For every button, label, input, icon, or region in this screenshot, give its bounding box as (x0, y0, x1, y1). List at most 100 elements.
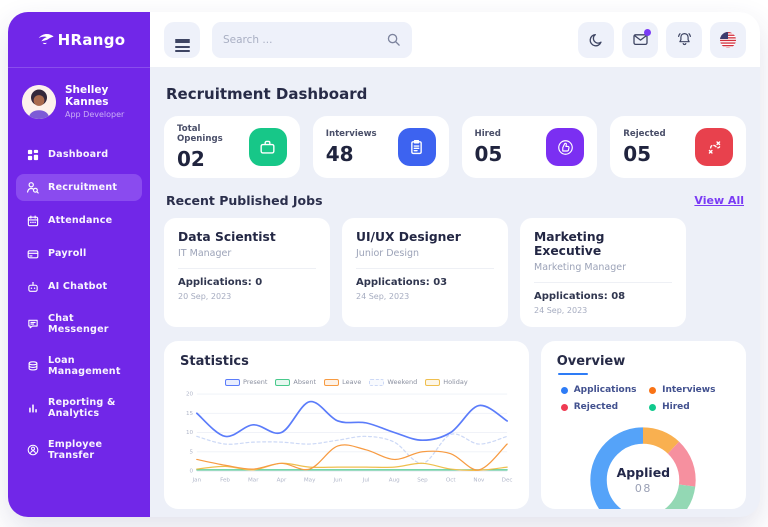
statistics-title: Statistics (180, 354, 513, 369)
legend-label: Holiday (443, 378, 467, 386)
sidebar-item-payroll[interactable]: Payroll (16, 240, 142, 267)
job-date: 24 Sep, 2023 (356, 292, 494, 301)
sidebar-item-label: Reporting & Analytics (48, 397, 132, 419)
briefcase-icon (249, 128, 287, 166)
series-present (197, 402, 507, 441)
stat-label: Rejected (623, 129, 665, 139)
us-flag-icon (719, 31, 737, 49)
jobs-section-title: Recent Published Jobs (166, 193, 323, 208)
brand-logo: HRango (8, 12, 150, 68)
legend-item-present[interactable]: Present (225, 378, 267, 386)
wing-icon (33, 31, 55, 49)
job-card-data-scientist[interactable]: Data Scientist IT Manager Applications: … (164, 218, 330, 327)
svg-text:5: 5 (190, 450, 194, 456)
job-date: 20 Sep, 2023 (178, 292, 316, 301)
stat-card-total-openings: Total Openings 02 (164, 116, 300, 178)
svg-text:15: 15 (186, 411, 193, 417)
sidebar-item-loan-management[interactable]: Loan Management (16, 348, 142, 384)
job-subtitle: IT Manager (178, 248, 316, 259)
stats-row: Total Openings 02 Interviews 48 (164, 116, 746, 178)
stat-label: Interviews (326, 129, 377, 139)
robot-icon (26, 280, 39, 293)
sidebar-item-chat-messenger[interactable]: Chat Messenger (16, 306, 142, 342)
language-button[interactable] (710, 22, 746, 58)
sidebar-item-label: Dashboard (48, 149, 108, 160)
legend-item-hired[interactable]: Hired (649, 402, 726, 412)
grid-icon (26, 148, 39, 161)
user-profile[interactable]: Shelley Kannes App Developer (8, 68, 150, 127)
chat-bubble-icon (26, 318, 39, 331)
calendar-icon (26, 214, 39, 227)
sidebar-item-label: Attendance (48, 215, 112, 226)
sidebar-item-label: AI Chatbot (48, 281, 107, 292)
donut-center-value: 08 (635, 482, 652, 495)
messages-button[interactable] (622, 22, 658, 58)
legend-label: Applications (574, 385, 637, 395)
legend-dot (561, 387, 568, 394)
stat-card-interviews: Interviews 48 (313, 116, 449, 178)
legend-item-holiday[interactable]: Holiday (425, 378, 467, 386)
stat-value: 48 (326, 142, 377, 166)
stat-card-rejected: Rejected 05 (610, 116, 746, 178)
view-all-link[interactable]: View All (694, 194, 744, 207)
stat-label: Hired (475, 129, 503, 139)
stat-value: 05 (475, 142, 503, 166)
sidebar-item-dashboard[interactable]: Dashboard (16, 141, 142, 168)
svg-text:May: May (304, 478, 316, 484)
svg-text:Apr: Apr (277, 478, 287, 484)
overview-title: Overview (557, 354, 730, 369)
stat-value: 05 (623, 142, 665, 166)
sidebar-item-reporting-analytics[interactable]: Reporting & Analytics (16, 390, 142, 426)
sidebar-item-attendance[interactable]: Attendance (16, 207, 142, 234)
sidebar-item-label: Employee Transfer (48, 439, 132, 461)
legend-item-weekend[interactable]: Weekend (369, 378, 417, 386)
job-date: 24 Sep, 2023 (534, 306, 672, 315)
job-title: UI/UX Designer (356, 230, 494, 244)
topbar (150, 12, 760, 68)
route-x-icon (695, 128, 733, 166)
legend-label: Leave (342, 378, 361, 386)
sidebar-item-employee-transfer[interactable]: Employee Transfer (16, 432, 142, 468)
clipboard-icon (398, 128, 436, 166)
legend-item-absent[interactable]: Absent (275, 378, 316, 386)
charts-row: Statistics Present Absent Leave Weekend Holi… (164, 341, 746, 509)
legend-swatch (425, 379, 440, 386)
stat-label: Total Openings (177, 124, 249, 144)
profile-name: Shelley Kannes (65, 84, 136, 108)
legend-swatch (324, 379, 339, 386)
svg-text:Dec: Dec (502, 478, 513, 484)
dark-mode-button[interactable] (578, 22, 614, 58)
job-card-marketing-executive[interactable]: Marketing Executive Marketing Manager Ap… (520, 218, 686, 327)
sidebar-item-ai-chatbot[interactable]: AI Chatbot (16, 273, 142, 300)
sidebar-item-recruitment[interactable]: Recruitment (16, 174, 142, 201)
job-subtitle: Marketing Manager (534, 262, 672, 273)
legend-item-applications[interactable]: Applications (561, 385, 649, 395)
legend-label: Interviews (662, 385, 715, 395)
divider (534, 282, 672, 283)
svg-text:Jul: Jul (362, 478, 370, 484)
title-underline (558, 373, 588, 375)
series-weekend (197, 434, 507, 463)
overview-legend: Applications Interviews Rejected Hi (557, 385, 730, 412)
svg-text:0: 0 (190, 469, 194, 475)
sidebar: HRango Shelley Kannes App Developer Dash… (8, 12, 150, 517)
hamburger-menu-button[interactable] (164, 22, 200, 58)
svg-text:10: 10 (186, 430, 194, 436)
series-leave (197, 444, 507, 470)
legend-swatch (275, 379, 290, 386)
svg-text:Feb: Feb (220, 478, 230, 484)
legend-item-rejected[interactable]: Rejected (561, 402, 649, 412)
stat-value: 02 (177, 147, 249, 171)
search-input[interactable] (223, 34, 386, 46)
sidebar-nav: Dashboard Recruitment Attendance Payroll… (8, 141, 150, 468)
job-applications: Applications: 0 (178, 277, 316, 288)
sidebar-item-label: Payroll (48, 248, 87, 259)
brand-name: HRango (58, 31, 126, 49)
jobs-row: Data Scientist IT Manager Applications: … (164, 218, 746, 327)
job-card-uiux-designer[interactable]: UI/UX Designer Junior Design Application… (342, 218, 508, 327)
legend-dot (649, 404, 656, 411)
profile-role: App Developer (65, 110, 136, 119)
notifications-button[interactable] (666, 22, 702, 58)
legend-item-leave[interactable]: Leave (324, 378, 361, 386)
legend-item-interviews[interactable]: Interviews (649, 385, 726, 395)
